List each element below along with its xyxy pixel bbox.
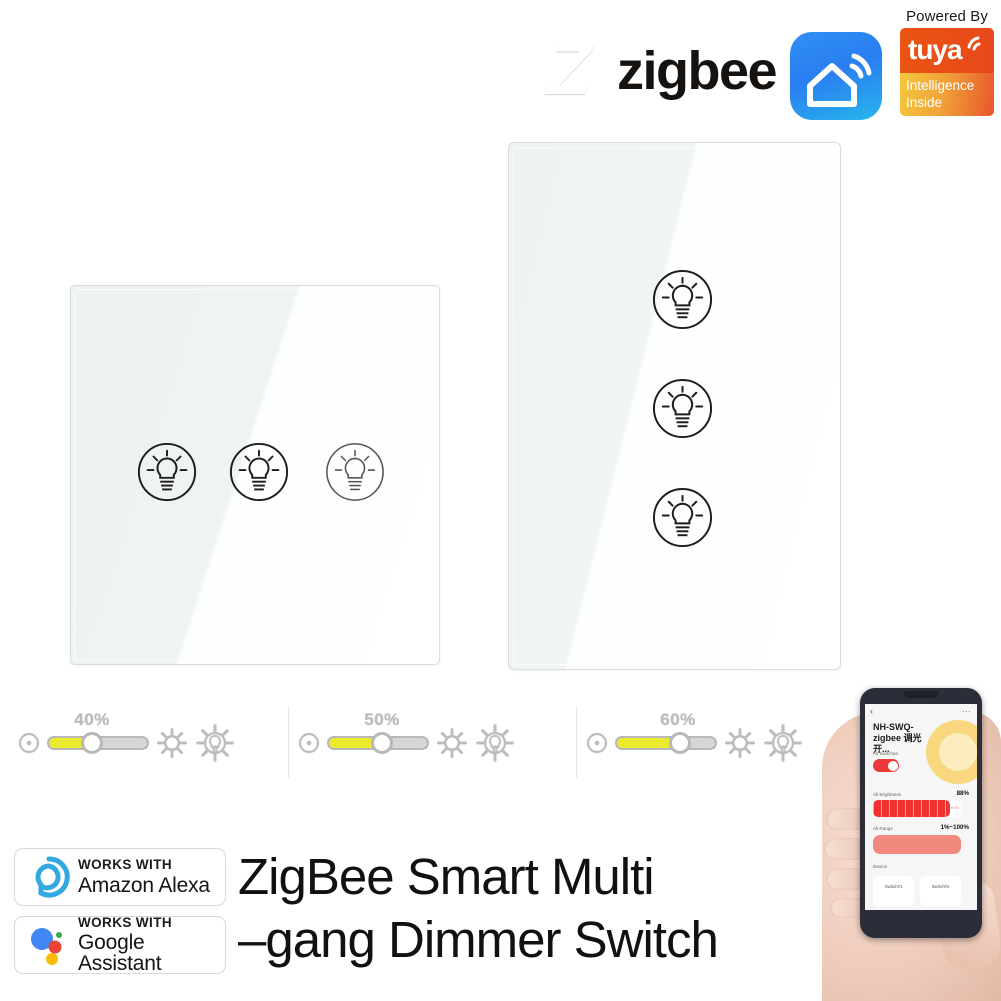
works-with-google-assistant-badge: WORKS WITH Google Assistant	[14, 916, 226, 974]
zigbee-mark-icon: Z	[525, 26, 611, 112]
badge-text: WORKS WITH Amazon Alexa	[78, 858, 210, 896]
dimmer-percent-label-3: 60%	[660, 710, 696, 730]
tuya-tagline-line1: Intelligence	[906, 78, 975, 93]
smartphone: ‹ ⋯ NH-SWQ-zigbee 调光开... All Switches Al…	[860, 688, 982, 938]
dial-indicator-dot	[955, 749, 962, 756]
tuya-wordmark: tuya	[908, 34, 963, 65]
power-icon	[18, 732, 40, 754]
brightness-sun-icon	[156, 727, 188, 759]
dimmer-percent-label-1: 40%	[74, 710, 110, 730]
works-with-label: WORKS WITH	[78, 857, 172, 873]
slider-knob[interactable]	[371, 732, 393, 754]
dimmer-percent-label-2: 50%	[364, 710, 400, 730]
google-assistant-logo-icon	[31, 928, 62, 965]
brightness-sun-icon	[724, 727, 756, 759]
device-card-switch-2[interactable]: Switch#2	[920, 876, 961, 906]
voice-assistant-compatibility: WORKS WITH Amazon Alexa WORKS WITH Googl…	[14, 848, 226, 984]
all-brightness-value: 88%	[956, 790, 969, 797]
sun-bulb-icon	[476, 724, 514, 762]
slider-ticks	[873, 800, 950, 817]
slider-knob[interactable]	[81, 732, 103, 754]
badge-text: WORKS WITH Google Assistant	[78, 916, 225, 975]
brightness-sun-icon	[436, 727, 468, 759]
slider-knob[interactable]	[669, 732, 691, 754]
all-switches-toggle[interactable]	[873, 759, 899, 772]
product-title-line-2: –gang Dimmer Switch	[238, 911, 719, 968]
eu-panel-buttons	[71, 286, 439, 664]
certification-badge-row: Z zigbee Powered By tuya Intelligence In…	[525, 8, 995, 120]
works-with-label: WORKS WITH	[78, 914, 172, 930]
zigbee-logo: Z zigbee	[525, 26, 778, 114]
tuya-powered-by-label: Powered By	[906, 8, 988, 25]
all-range-label: All Range	[873, 826, 893, 831]
phone-in-hand-illustration: ‹ ⋯ NH-SWQ-zigbee 调光开... All Switches Al…	[822, 688, 1001, 1001]
divider	[288, 706, 289, 778]
light-bulb-icon	[652, 269, 713, 330]
light-bulb-icon	[137, 442, 197, 502]
sun-bulb-icon	[196, 724, 234, 762]
dimmer-slider-2[interactable]: 50%	[327, 710, 429, 760]
us-touch-button-2[interactable]	[651, 377, 714, 440]
alexa-logo-icon	[35, 856, 70, 898]
light-bulb-icon	[326, 443, 384, 501]
tuya-logo-block: tuya	[900, 28, 994, 73]
eu-touch-button-2[interactable]	[228, 441, 290, 503]
app-topbar: ‹ ⋯	[865, 704, 977, 718]
divider	[576, 706, 577, 778]
dimmer-level-row: 40% 50% 60%	[0, 698, 840, 788]
dimmer-slider-1[interactable]: 40%	[47, 710, 149, 760]
eu-3-gang-panel	[70, 285, 440, 665]
slider-fill	[617, 738, 675, 748]
dimmer-illustration-3: 60%	[586, 698, 803, 788]
phone-notch	[904, 691, 938, 698]
alexa-brand-label: Amazon Alexa	[78, 873, 210, 897]
device-name: Switch#2	[931, 884, 950, 889]
dimmer-illustration-2: 50%	[298, 698, 515, 788]
smart-home-app-icon	[790, 32, 882, 120]
all-brightness-slider[interactable]: 100%	[873, 800, 961, 817]
tuya-tagline-block: Intelligence Inside	[900, 73, 994, 116]
dimmer-illustration-1: 40%	[18, 698, 235, 788]
house-wifi-icon	[807, 53, 872, 107]
google-assistant-brand-label: Google Assistant	[78, 931, 162, 976]
more-dots-icon[interactable]: ⋯	[962, 706, 972, 717]
sun-bulb-icon	[764, 724, 802, 762]
product-title-line-1: ZigBee Smart Multi	[238, 848, 655, 905]
product-title: ZigBee Smart Multi –gang Dimmer Switch	[238, 845, 838, 971]
zigbee-z-letter: Z	[546, 27, 591, 110]
all-switches-label: All Switches	[873, 751, 898, 756]
all-range-slider[interactable]	[873, 835, 961, 854]
slider-end-label: 100%	[948, 805, 959, 810]
power-icon	[586, 732, 608, 754]
device-card-switch-1[interactable]: Switch#1	[873, 876, 914, 906]
tuya-tagline-line2: Inside	[906, 95, 943, 110]
app-screen: ‹ ⋯ NH-SWQ-zigbee 调光开... All Switches Al…	[865, 704, 977, 910]
back-chevron-icon[interactable]: ‹	[870, 706, 873, 716]
dimmer-slider-3[interactable]: 60%	[615, 710, 717, 760]
light-bulb-icon	[652, 378, 713, 439]
device-name: Switch#1	[884, 884, 903, 889]
power-icon	[298, 732, 320, 754]
us-touch-button-1[interactable]	[651, 268, 714, 331]
zigbee-wordmark: zigbee	[617, 41, 778, 101]
all-range-value: 1%~100%	[940, 824, 969, 831]
all-brightness-label: All Brightness	[873, 792, 902, 797]
works-with-alexa-badge: WORKS WITH Amazon Alexa	[14, 848, 226, 906]
eu-touch-button-1[interactable]	[136, 441, 198, 503]
slider-fill	[329, 738, 377, 748]
light-bulb-icon	[652, 487, 713, 548]
light-bulb-icon	[229, 442, 289, 502]
product-image-canvas: Z zigbee Powered By tuya Intelligence In…	[0, 0, 1001, 1001]
us-3-gang-panel	[508, 142, 841, 670]
us-touch-button-3[interactable]	[651, 486, 714, 549]
tuya-wifi-arc-icon	[967, 36, 981, 51]
device-section-label: Device	[873, 864, 888, 869]
tuya-badge: Powered By tuya Intelligence Inside	[897, 8, 997, 118]
eu-touch-button-3[interactable]	[324, 441, 386, 503]
